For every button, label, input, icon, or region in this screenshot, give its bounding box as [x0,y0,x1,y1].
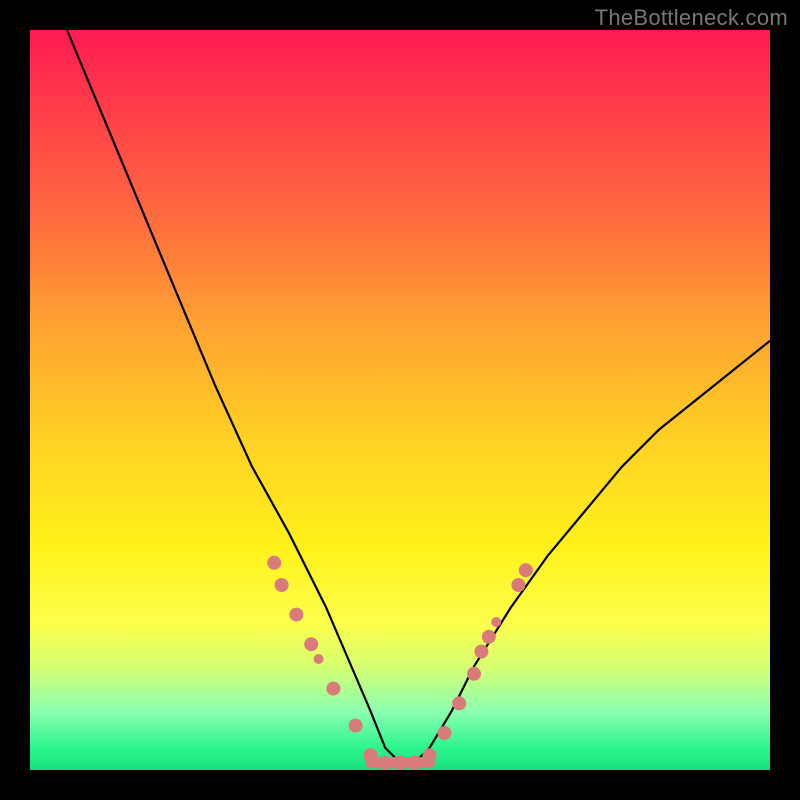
curve-svg [30,30,770,770]
chart-frame: TheBottleneck.com [0,0,800,800]
data-marker [474,645,488,659]
data-marker [452,696,466,710]
data-marker [519,563,533,577]
data-marker [267,556,281,570]
data-marker [467,667,481,681]
data-markers [267,556,533,770]
data-marker [326,682,340,696]
data-marker [314,654,324,664]
data-marker [511,578,525,592]
data-marker [349,719,363,733]
watermark-text: TheBottleneck.com [595,5,788,31]
data-marker [491,617,501,627]
data-marker [304,637,318,651]
data-marker [437,726,451,740]
data-marker [482,630,496,644]
data-marker [275,578,289,592]
data-marker [289,608,303,622]
plot-area [30,30,770,770]
bottleneck-curve [67,30,770,763]
